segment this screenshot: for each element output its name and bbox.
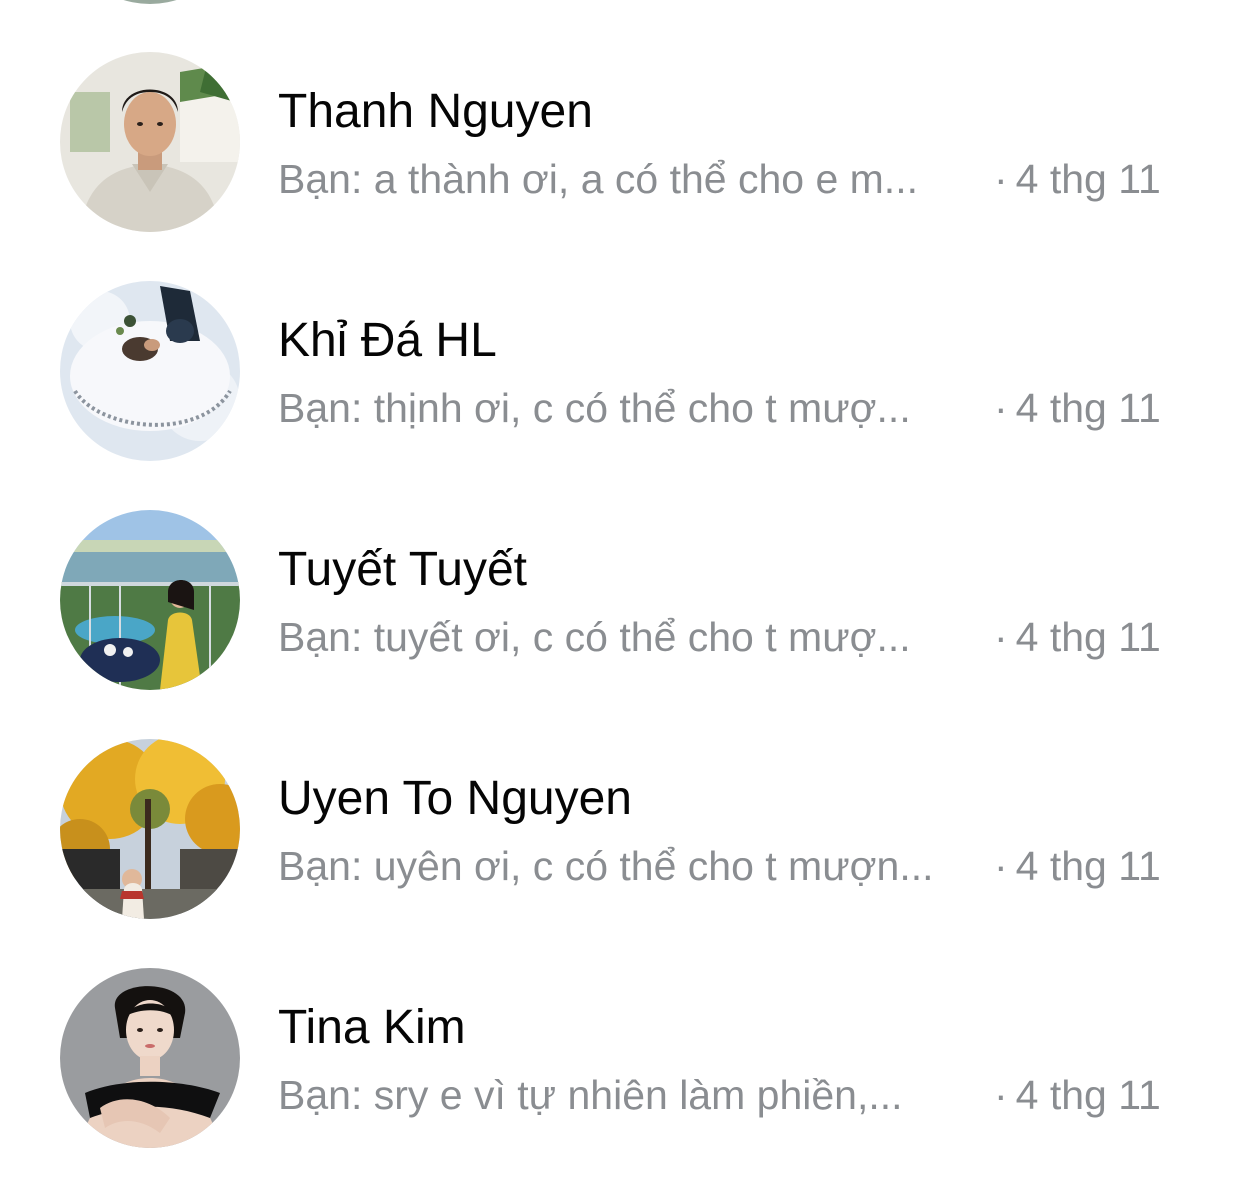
conversation-row-tuyet-tuyet[interactable]: Tuyết Tuyết Bạn: tuyết ơi, c có thể cho …	[0, 510, 1242, 739]
separator-dot: ·	[994, 614, 1008, 660]
message-meta: · 4 thg 11	[994, 383, 1161, 433]
contact-name: Khỉ Đá HL	[278, 314, 497, 367]
woman-portrait-avatar[interactable]	[60, 968, 240, 1148]
autumn-tree-avatar[interactable]	[60, 739, 240, 919]
snow-couple-avatar[interactable]	[60, 281, 240, 461]
separator-dot: ·	[994, 385, 1008, 431]
message-preview: Bạn: thịnh ơi, c có thể cho t mượ...	[278, 385, 911, 431]
separator-dot: ·	[994, 1072, 1008, 1118]
message-preview: Bạn: tuyết ơi, c có thể cho t mượ...	[278, 614, 911, 660]
contact-name: Thanh Nguyen	[278, 85, 593, 138]
message-meta: · 4 thg 11	[994, 841, 1161, 891]
message-time: 4 thg 11	[1015, 385, 1161, 431]
message-preview: Bạn: sry e vì tự nhiên làm phiền,...	[278, 1072, 903, 1118]
contact-name: Tina Kim	[278, 1001, 466, 1054]
man-portrait-avatar[interactable]	[60, 52, 240, 232]
message-meta: · 4 thg 11	[994, 612, 1161, 662]
contact-name: Uyen To Nguyen	[278, 772, 632, 825]
conversation-row-tina-kim[interactable]: Tina Kim Bạn: sry e vì tự nhiên làm phiề…	[0, 968, 1242, 1197]
message-time: 4 thg 11	[1015, 156, 1161, 202]
conversation-row-thanh-nguyen[interactable]: Thanh Nguyen Bạn: a thành ơi, a có thể c…	[0, 52, 1242, 281]
contact-name: Tuyết Tuyết	[278, 543, 527, 596]
balcony-woman-avatar[interactable]	[60, 510, 240, 690]
message-preview: Bạn: a thành ơi, a có thể cho e m...	[278, 156, 918, 202]
message-time: 4 thg 11	[1015, 614, 1161, 660]
message-time: 4 thg 11	[1015, 843, 1161, 889]
message-time: 4 thg 11	[1015, 1072, 1161, 1118]
message-meta: · 4 thg 11	[994, 1070, 1161, 1120]
conversation-row-uyen-to-nguyen[interactable]: Uyen To Nguyen Bạn: uyên ơi, c có thể ch…	[0, 739, 1242, 968]
separator-dot: ·	[994, 156, 1008, 202]
message-preview: Bạn: uyên ơi, c có thể cho t mượn...	[278, 843, 934, 889]
conversation-row-khi-da-hl[interactable]: Khỉ Đá HL Bạn: thịnh ơi, c có thể cho t …	[0, 281, 1242, 510]
message-meta: · 4 thg 11	[994, 154, 1161, 204]
separator-dot: ·	[994, 843, 1008, 889]
partial-avatar-above[interactable]	[60, 0, 240, 4]
